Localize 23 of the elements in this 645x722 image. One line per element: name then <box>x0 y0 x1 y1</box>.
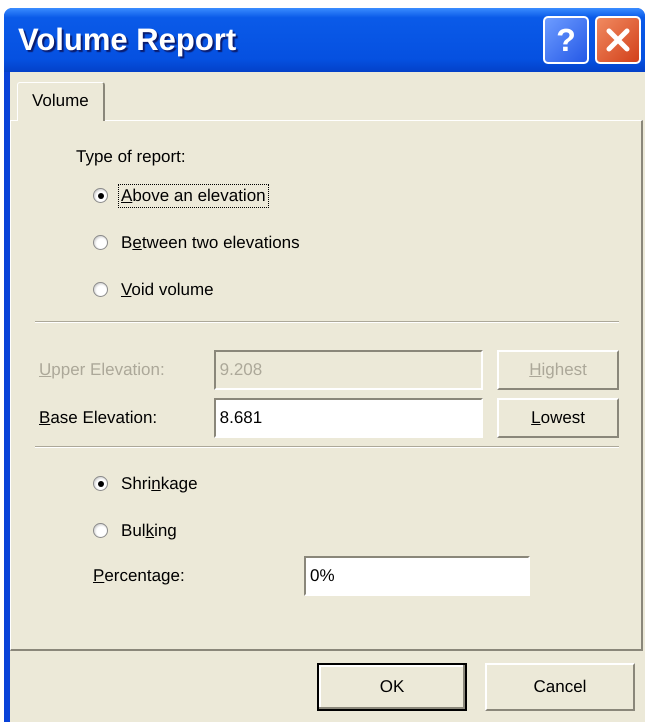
radio-button[interactable] <box>93 476 108 491</box>
radio-button[interactable] <box>93 282 108 297</box>
group-label: Type of report: <box>76 146 187 168</box>
field-label: Percentage: <box>93 566 186 586</box>
radio-label[interactable]: Shrinkage <box>118 472 201 496</box>
radio-label[interactable]: Between two elevations <box>118 230 303 254</box>
radio-button[interactable] <box>93 188 108 203</box>
close-button[interactable] <box>595 16 641 64</box>
help-button[interactable]: ? <box>543 16 589 64</box>
radio-label[interactable]: Void volume <box>118 278 217 302</box>
radio-button[interactable] <box>93 523 108 538</box>
radio-label[interactable]: Above an elevation <box>118 184 269 208</box>
field-label: Base Elevation: <box>39 408 158 428</box>
percentage-field[interactable]: 0% <box>304 556 530 596</box>
window-title: Volume Report <box>18 22 236 58</box>
tab[interactable]: Volume <box>17 82 105 121</box>
radio-label[interactable]: Bulking <box>118 518 180 542</box>
dialog-button[interactable]: OK <box>317 663 467 711</box>
elevation-field[interactable]: 8.681 <box>214 398 484 438</box>
radio-button[interactable] <box>93 235 108 250</box>
field-label: Upper Elevation: <box>39 360 166 380</box>
dialog-button[interactable]: Cancel <box>485 663 635 711</box>
elevation-button[interactable]: Lowest <box>497 398 619 438</box>
